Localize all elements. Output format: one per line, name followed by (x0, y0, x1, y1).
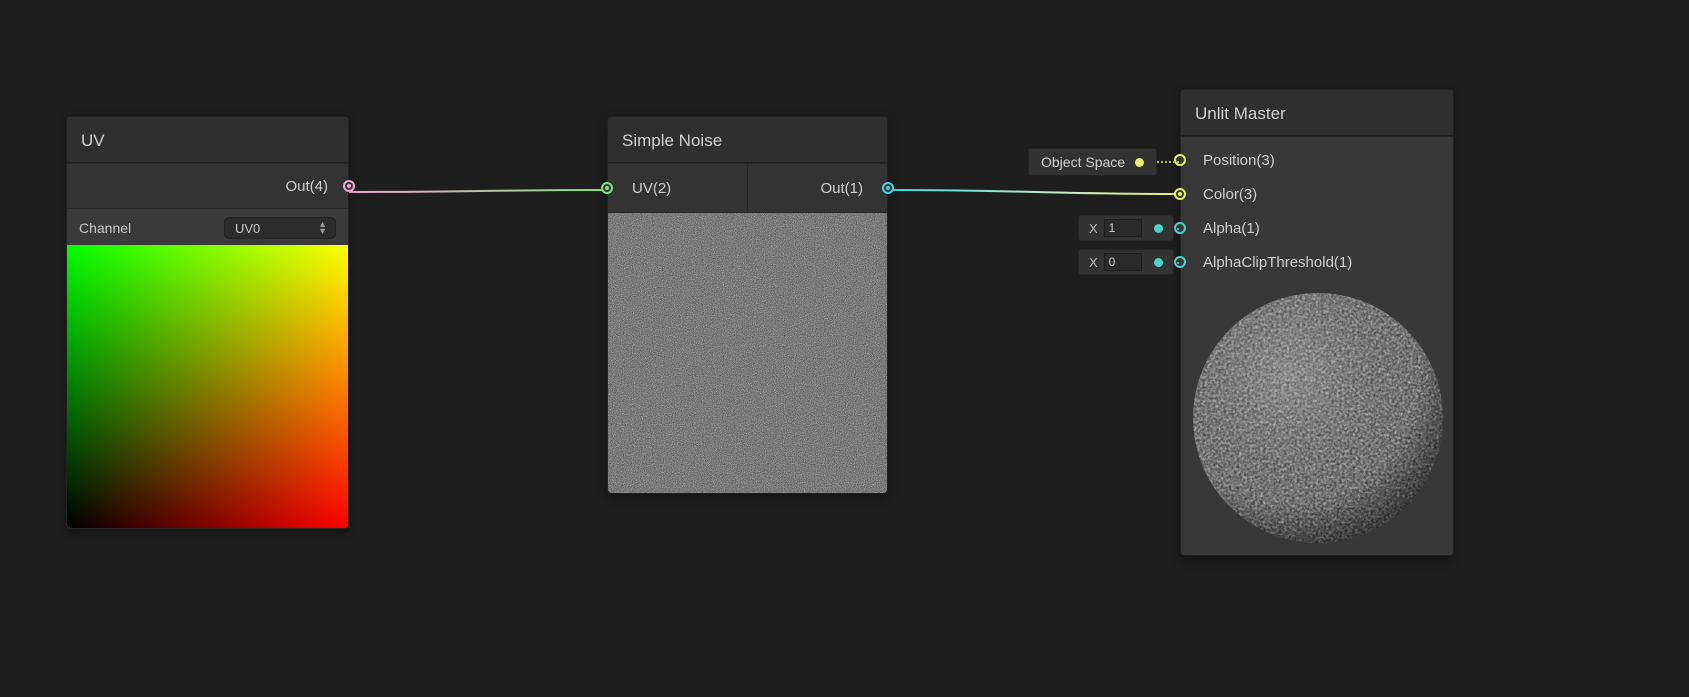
node-noise-title[interactable]: Simple Noise (608, 117, 887, 163)
alpha-x-label: X (1089, 221, 1098, 236)
alpha-value-field[interactable]: X (1078, 215, 1174, 241)
master-ports: Position(3) Color(3) Alpha(1) AlphaClipT… (1181, 136, 1453, 283)
node-master-title-text: Unlit Master (1195, 104, 1286, 124)
master-alpha-label: Alpha(1) (1203, 220, 1260, 237)
noise-uv-in-label: UV(2) (632, 180, 671, 197)
position-space-value-dot (1135, 158, 1144, 167)
uv-channel-value: UV0 (235, 221, 260, 236)
uv-out-port-row: Out(4) (67, 163, 348, 209)
position-dashed-connector (1157, 161, 1179, 163)
noise-out-label: Out(1) (820, 180, 863, 197)
dropdown-arrows-icon: ▲▼ (318, 221, 327, 235)
alpha-value-dot (1154, 224, 1163, 233)
uv-out-port[interactable] (343, 180, 355, 192)
uv-channel-dropdown[interactable]: UV0 ▲▼ (224, 217, 336, 239)
uv-channel-label: Channel (79, 220, 131, 236)
noise-uv-in-port[interactable] (601, 182, 613, 194)
master-color-label: Color(3) (1203, 186, 1257, 203)
master-alpha-row: Alpha(1) (1181, 211, 1453, 245)
noise-out-port[interactable] (882, 182, 894, 194)
node-unlit-master[interactable]: Unlit Master Position(3) Color(3) Alpha(… (1180, 89, 1454, 556)
master-preview-area (1181, 283, 1453, 555)
master-preview-sphere (1193, 293, 1443, 543)
alphaclip-value-dot (1154, 258, 1163, 267)
node-uv[interactable]: UV Out(4) Channel UV0 ▲▼ (66, 116, 349, 529)
node-master-title[interactable]: Unlit Master (1181, 90, 1453, 136)
noise-preview (608, 213, 887, 493)
node-uv-title[interactable]: UV (67, 117, 348, 163)
position-space-pill[interactable]: Object Space (1028, 148, 1157, 176)
position-space-label: Object Space (1041, 154, 1125, 170)
master-alphaclip-label: AlphaClipThreshold(1) (1203, 254, 1352, 271)
alphaclip-value-field[interactable]: X (1078, 249, 1174, 275)
alphaclip-value-input[interactable] (1104, 253, 1142, 271)
master-position-label: Position(3) (1203, 152, 1275, 169)
master-position-row: Position(3) (1181, 143, 1453, 177)
uv-out-label: Out(4) (285, 178, 328, 195)
node-uv-title-text: UV (81, 131, 105, 151)
master-color-row: Color(3) (1181, 177, 1453, 211)
master-alphaclip-row: AlphaClipThreshold(1) (1181, 245, 1453, 279)
noise-port-row: UV(2) Out(1) (608, 163, 887, 213)
uv-preview (67, 245, 348, 528)
alpha-value-input[interactable] (1104, 219, 1142, 237)
master-color-port[interactable] (1174, 188, 1186, 200)
noise-uv-in-row: UV(2) (608, 164, 748, 212)
master-position-port[interactable] (1174, 154, 1186, 166)
node-simple-noise[interactable]: Simple Noise UV(2) Out(1) (607, 116, 888, 494)
alphaclip-x-label: X (1089, 255, 1098, 270)
node-noise-title-text: Simple Noise (622, 131, 722, 151)
noise-out-row: Out(1) (748, 164, 888, 212)
uv-settings-row: Channel UV0 ▲▼ (67, 209, 348, 245)
